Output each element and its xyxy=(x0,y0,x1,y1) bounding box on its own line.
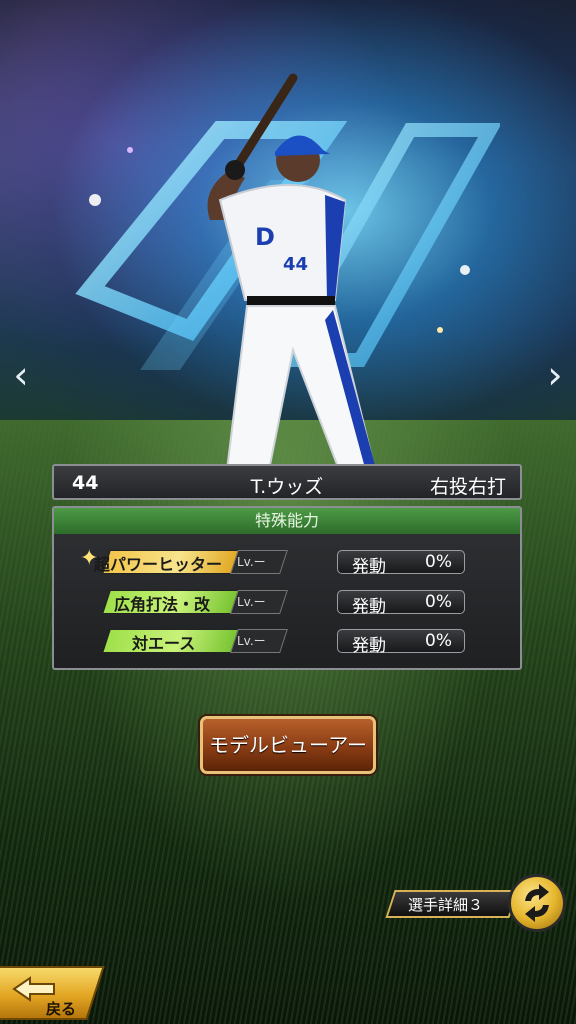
trigger-value: 0% xyxy=(425,552,452,572)
rotate-arrows-glyph xyxy=(525,884,549,922)
previous-player-arrow[interactable]: ‹ xyxy=(6,352,36,398)
ability-name: 超パワーヒッター xyxy=(94,555,223,574)
player-details-button[interactable]: 選手詳細３ xyxy=(385,882,520,924)
ability-level: Lv.ー xyxy=(237,634,266,648)
trigger-rate-box: 発動 0% xyxy=(337,629,465,656)
next-player-arrow[interactable]: › xyxy=(540,352,570,398)
model-viewer-button[interactable]: モデルビューアー xyxy=(200,716,376,774)
jersey-number: 44 xyxy=(283,254,308,275)
abilities-header: 特殊能力 xyxy=(54,508,520,534)
trigger-rate-box: 発動 0% xyxy=(337,550,465,577)
player-details-label: 選手詳細３ xyxy=(408,896,484,914)
ability-level: Lv.ー xyxy=(237,555,266,569)
back-label: 戻る xyxy=(46,1000,77,1018)
ability-level: Lv.ー xyxy=(237,595,266,609)
trigger-value: 0% xyxy=(425,631,452,651)
ability-name: 広角打法・改 xyxy=(114,595,211,614)
trigger-label: 発動 xyxy=(352,636,386,656)
back-button[interactable]: 戻る xyxy=(0,962,106,1024)
trigger-label: 発動 xyxy=(352,557,386,577)
trigger-rate-box: 発動 0% xyxy=(337,590,465,617)
special-abilities-panel: 特殊能力 ✦ 超パワーヒッター Lv.ー 発動 0% 広角打法・改 Lv.ー 発… xyxy=(52,506,522,670)
player-info-bar: 44 T.ウッズ 右投右打 xyxy=(52,464,522,500)
ability-name: 対エース xyxy=(132,634,196,653)
player-figure: D 44 xyxy=(207,73,377,482)
jersey-logo: D xyxy=(255,223,275,251)
switch-arrows-icon[interactable] xyxy=(508,874,566,932)
trigger-value: 0% xyxy=(425,592,452,612)
trigger-label: 発動 xyxy=(352,597,386,617)
ability-row[interactable]: 対エース Lv.ー 発動 0% xyxy=(54,629,520,656)
ability-row[interactable]: 広角打法・改 Lv.ー 発動 0% xyxy=(54,590,520,617)
player-handedness: 右投右打 xyxy=(429,476,506,498)
ability-row[interactable]: ✦ 超パワーヒッター Lv.ー 発動 0% xyxy=(54,546,520,577)
